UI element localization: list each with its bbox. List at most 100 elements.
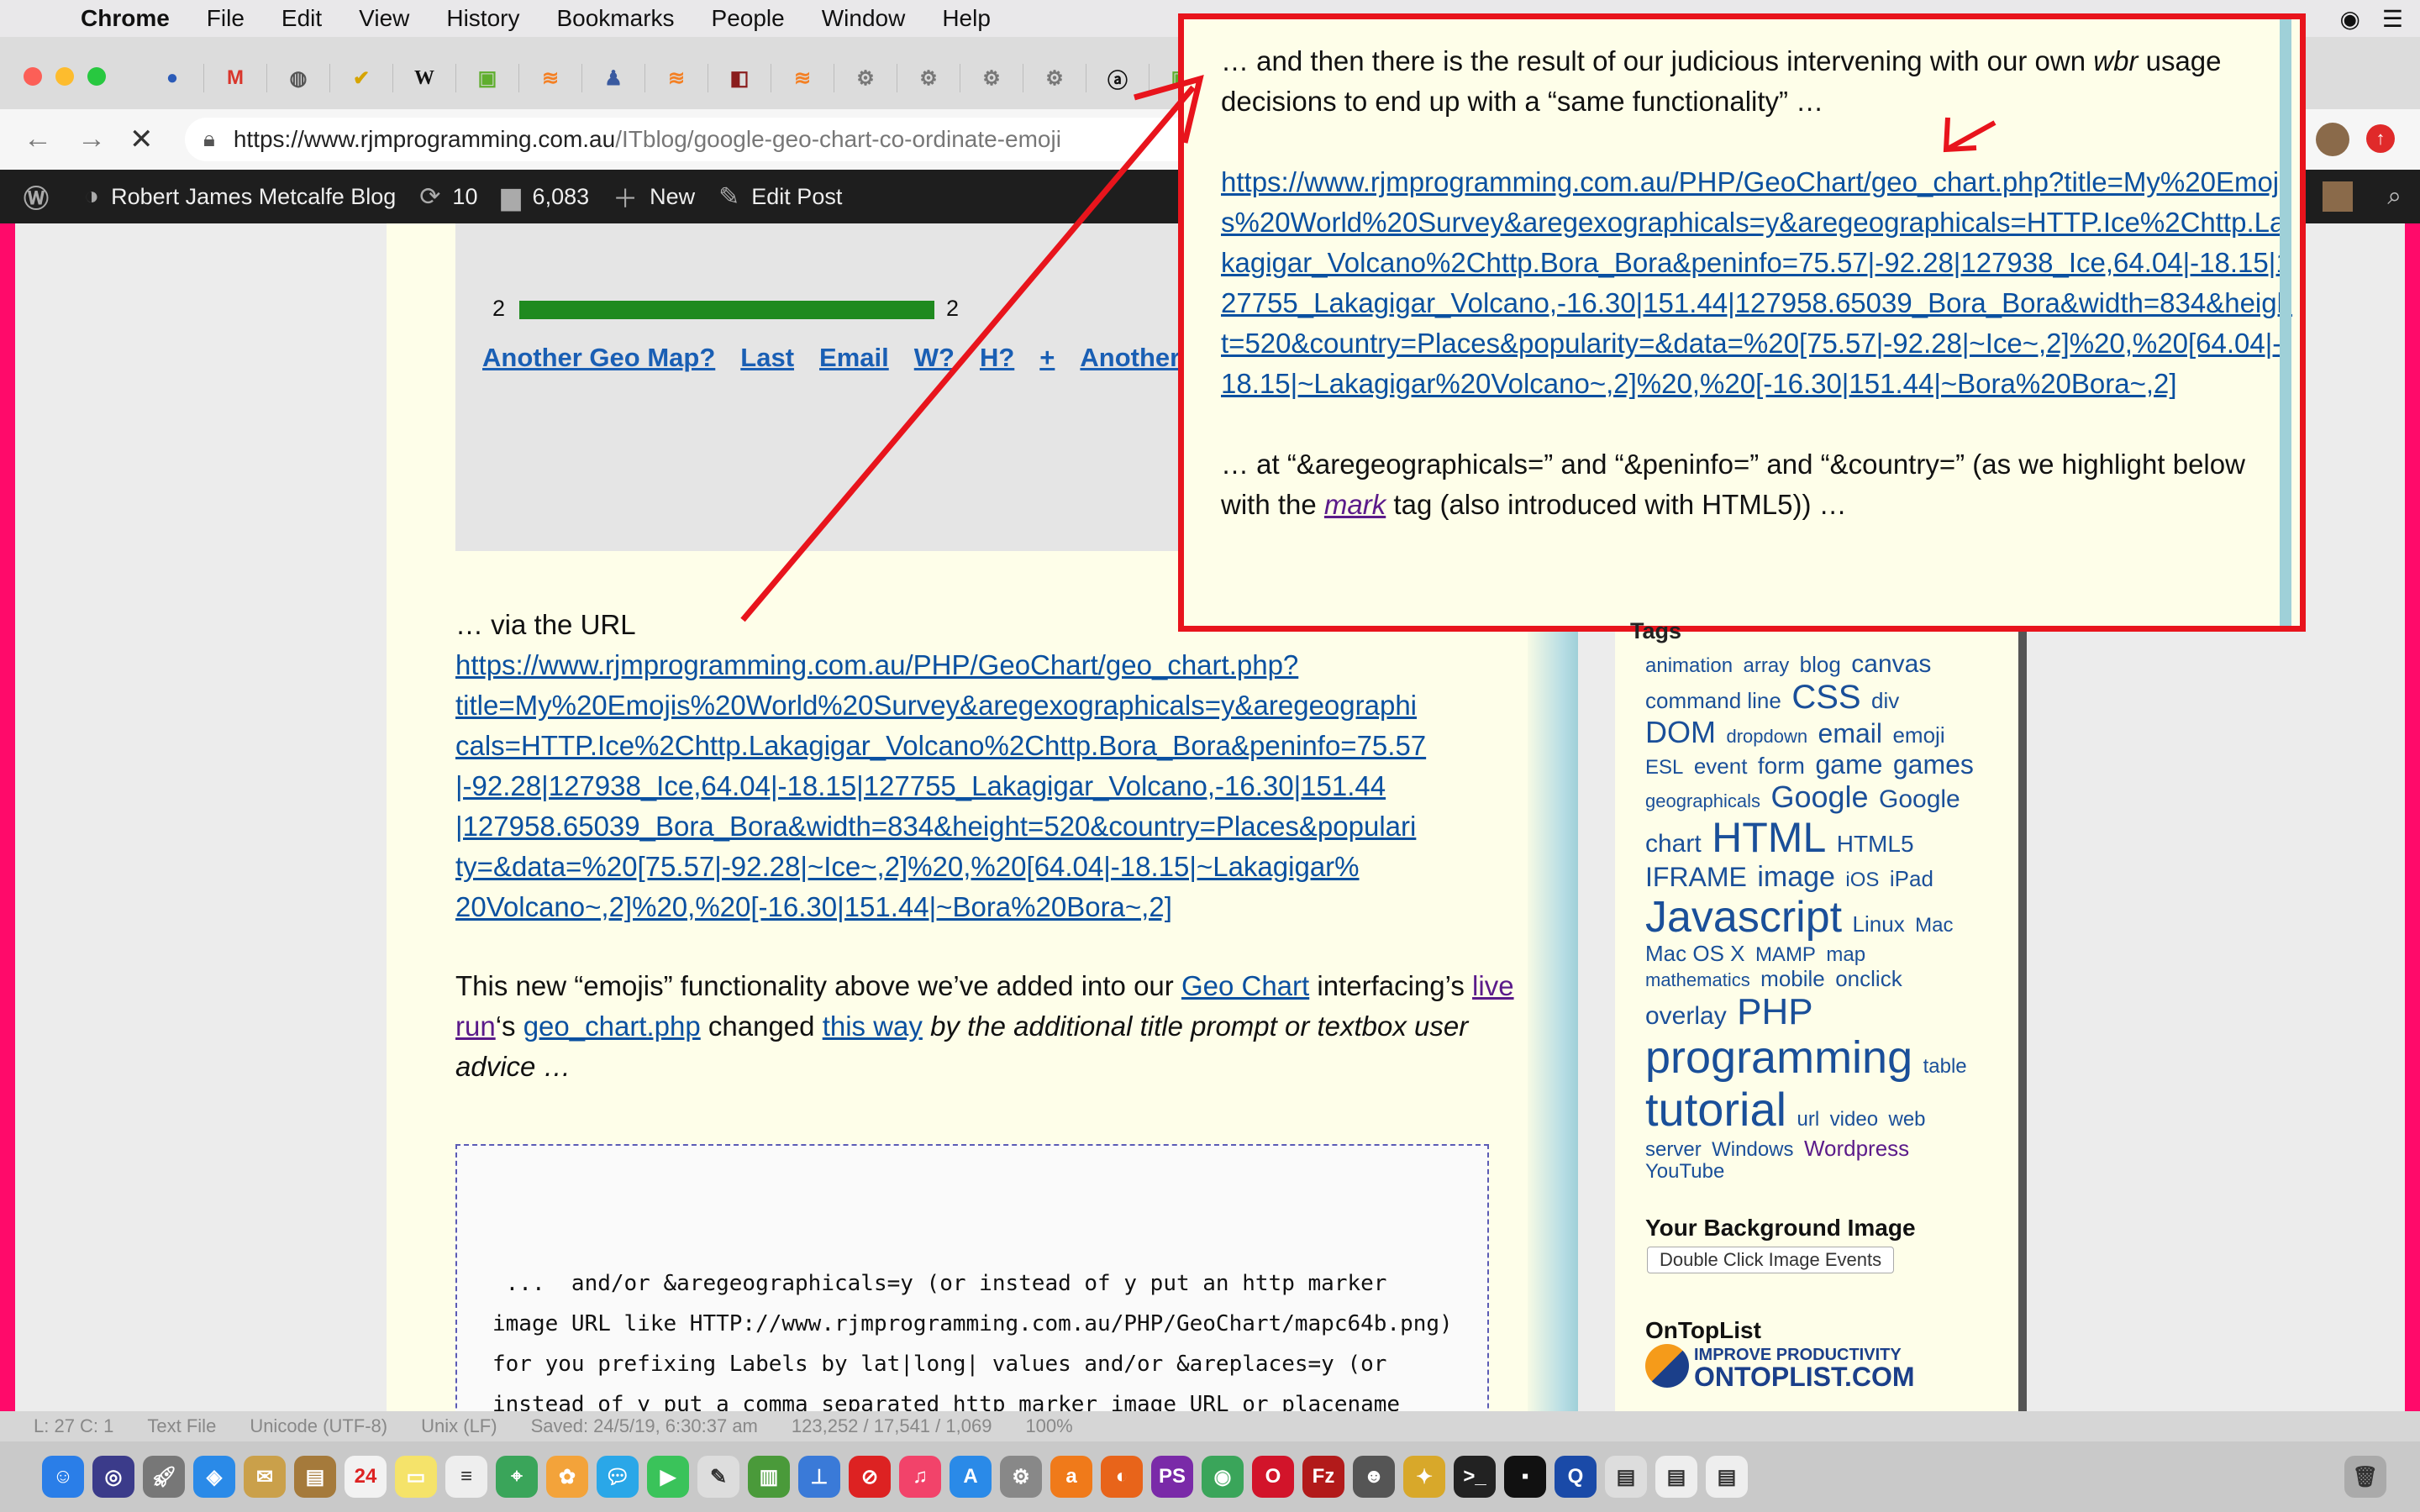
facetime-icon[interactable]: ▶ [647,1456,689,1498]
music-icon[interactable]: ♫ [899,1456,941,1498]
tag-link[interactable]: iPad [1890,866,1933,891]
another-geo-map-link[interactable]: Another Geo Map? [482,343,715,373]
stackoverflow-tab-icon[interactable]: ≋ [519,64,582,92]
terminal-icon[interactable]: >_ [1454,1456,1496,1498]
zoom-level[interactable]: 100% [1025,1415,1072,1437]
menu-edit[interactable]: Edit [281,5,322,32]
tag-link[interactable]: YouTube [1645,1160,1724,1184]
menu-help[interactable]: Help [942,5,991,32]
tag-link[interactable]: geographicals [1645,790,1760,811]
tag-link[interactable]: command line [1645,688,1781,713]
email-link[interactable]: Email [819,343,889,373]
document-icon[interactable]: ▤ [1655,1456,1697,1498]
trash-icon[interactable]: 🗑︎ [2344,1456,2386,1498]
callout-scrollbar[interactable] [2280,19,2291,626]
list-icon[interactable]: ☰ [2382,5,2403,33]
tag-link[interactable]: games [1893,749,1974,780]
gimp-icon[interactable]: ☻ [1353,1456,1395,1498]
tab-favicon[interactable]: ✔ [330,64,393,92]
tab-favicon[interactable]: ♟ [582,64,645,92]
tab-favicon[interactable]: ⚙ [1023,64,1086,92]
tag-link[interactable]: IFRAME [1645,862,1747,892]
geo-chart-link[interactable]: Geo Chart [1181,970,1309,1001]
tag-link[interactable]: Windows [1712,1138,1793,1161]
app-icon[interactable]: ✦ [1403,1456,1445,1498]
ontoplist-badge[interactable]: IMPROVE PRODUCTIVITY ONTOPLIST.COM [1645,1344,1915,1390]
tag-link[interactable]: image [1757,861,1835,893]
tag-link[interactable]: HTML5 [1837,831,1914,857]
menu-people[interactable]: People [712,5,785,32]
search-icon[interactable]: ⌕ [2387,182,2402,211]
tag-link[interactable]: CSS [1791,679,1860,716]
geo-chart-url-link[interactable]: https://www.rjmprogramming.com.au/PHP/Ge… [455,645,1548,927]
tag-link[interactable]: DOM [1645,715,1716,749]
tag-link[interactable]: Javascript [1645,893,1842,942]
tag-link[interactable]: iOS [1845,869,1879,891]
this-way-link[interactable]: this way [823,1011,923,1042]
tag-link[interactable]: MAMP [1755,943,1816,966]
tag-link[interactable]: dropdown [1726,726,1807,748]
tag-link[interactable]: game [1815,749,1882,780]
height-link[interactable]: H? [980,343,1014,373]
tag-link[interactable]: table [1923,1055,1967,1078]
line-endings[interactable]: Unix (LF) [421,1415,497,1437]
mail-icon[interactable]: ✉ [244,1456,286,1498]
tag-link[interactable]: Mac OS X [1645,941,1744,966]
tag-link[interactable]: array [1744,654,1790,677]
app-icon[interactable]: a [1050,1456,1092,1498]
tab-favicon[interactable]: ⚙ [897,64,960,92]
tag-link[interactable]: url [1797,1108,1820,1131]
stackoverflow-tab-icon[interactable]: ≋ [771,64,834,92]
siri-icon[interactable]: ◎ [92,1456,134,1498]
quicktime-icon[interactable]: Q [1555,1456,1597,1498]
tag-link[interactable]: animation [1645,654,1733,677]
photos-icon[interactable]: ✿ [546,1456,588,1498]
messages-icon[interactable]: 💬︎ [597,1456,639,1498]
news-icon[interactable]: ⊘ [849,1456,891,1498]
tag-link[interactable]: HTML [1712,814,1826,861]
tag-link[interactable]: Google [1770,780,1868,814]
notes-icon[interactable]: ▭ [395,1456,437,1498]
new-content-link[interactable]: ＋ New [613,178,695,215]
document-icon[interactable]: ▤ [1605,1456,1647,1498]
tab-favicon[interactable]: ● [141,64,204,92]
finder-icon[interactable]: ☺ [42,1456,84,1498]
minimize-window-icon[interactable] [55,67,74,86]
launchpad-icon[interactable]: 🚀︎ [143,1456,185,1498]
tag-link[interactable]: blog [1800,652,1841,677]
tag-link[interactable]: tutorial [1645,1083,1786,1136]
phpstorm-icon[interactable]: PS [1151,1456,1193,1498]
safari-icon[interactable]: ◈ [193,1456,235,1498]
tag-link[interactable]: Linux [1853,911,1905,937]
tag-link[interactable]: div [1871,688,1899,713]
tag-link[interactable]: ESL [1645,756,1683,779]
tag-link[interactable]: event [1694,753,1748,779]
close-window-icon[interactable] [24,67,42,86]
geo-chart-php-link[interactable]: geo_chart.php [523,1011,701,1042]
tab-favicon[interactable]: ◧ [708,64,771,92]
system-preferences-icon[interactable]: ⚙ [1000,1456,1042,1498]
tag-link[interactable]: mobile [1760,966,1825,991]
keynote-icon[interactable]: ⊥ [798,1456,840,1498]
updates-link[interactable]: ⟳ 10 [419,182,477,212]
user-icon[interactable]: ◉ [2339,5,2360,33]
tag-link[interactable]: mathematics [1645,969,1750,990]
comments-link[interactable]: ▆ 6,083 [501,182,589,212]
tab-favicon[interactable]: ⓐ [1086,64,1150,92]
user-avatar[interactable] [2323,181,2353,212]
menu-window[interactable]: Window [822,5,906,32]
tag-link[interactable]: canvas [1851,650,1931,678]
menu-file[interactable]: File [207,5,245,32]
double-click-image-events-button[interactable]: Double Click Image Events [1647,1247,1895,1273]
tag-link[interactable]: programming [1645,1032,1912,1083]
menu-bookmarks[interactable]: Bookmarks [556,5,674,32]
callout-url-link[interactable]: https://www.rjmprogramming.com.au/PHP/Ge… [1221,162,2296,404]
text-encoding[interactable]: Unicode (UTF-8) [250,1415,387,1437]
tab-favicon[interactable]: ◍ [267,64,330,92]
opera-icon[interactable]: O [1252,1456,1294,1498]
calendar-icon[interactable]: 24 [345,1456,387,1498]
textedit-icon[interactable]: ✎ [697,1456,739,1498]
document-icon[interactable]: ▤ [1706,1456,1748,1498]
tag-link[interactable]: email [1818,718,1882,748]
tab-favicon[interactable]: ⚙ [960,64,1023,92]
